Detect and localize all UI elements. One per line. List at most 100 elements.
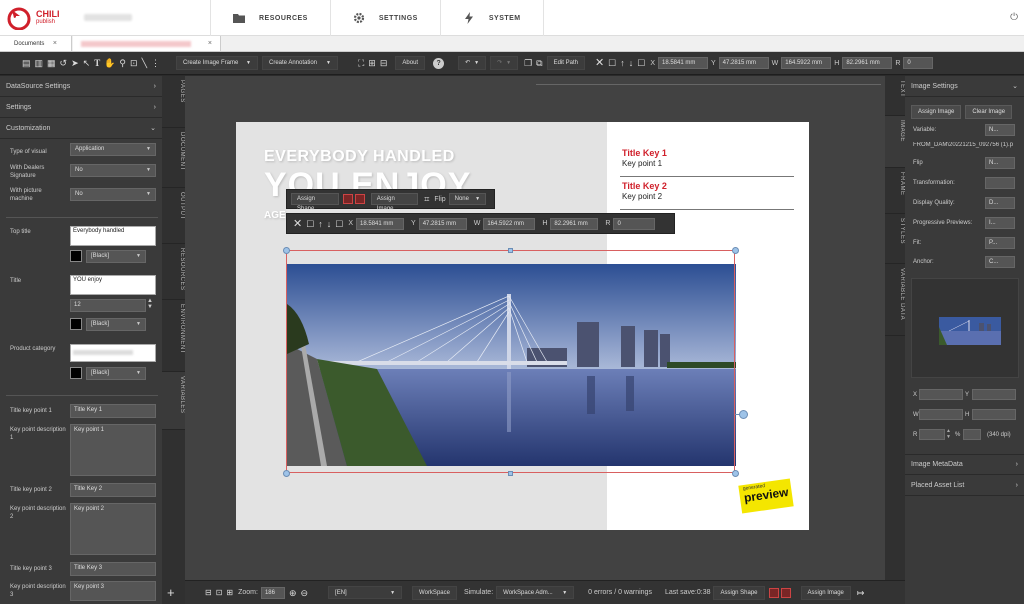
tab-close-icon[interactable]: × [53,40,57,47]
nav-resources[interactable]: RESOURCES [210,0,330,36]
image-scale-input[interactable] [963,429,981,440]
about-button[interactable]: About [395,56,426,70]
delete-icon[interactable]: ✕ [293,218,302,229]
product-category-color-select[interactable]: [Black] [86,367,146,380]
float-assign-image-button[interactable]: Assign Image [370,193,419,212]
chili-logo[interactable]: CHILI publish [6,6,60,30]
title-color-swatch[interactable] [70,318,82,330]
copy-icon[interactable]: ⧉ [536,58,542,68]
product-category-input[interactable] [70,344,156,362]
top-title-color-swatch[interactable] [70,250,82,262]
add-panel-button[interactable]: + [167,585,175,600]
float-w-input[interactable]: 164.5922 mm [483,217,536,230]
tab-current-document[interactable]: × [73,36,221,51]
send-backward-icon[interactable]: ↓ [629,58,634,68]
frame-icon[interactable]: ☐ [306,219,314,229]
anchor-select[interactable]: C... [985,256,1015,268]
frame-icon[interactable]: ☐ [608,58,616,68]
tab-close-icon[interactable]: × [208,40,212,47]
image-settings-header[interactable]: Image Settings ⌄ [905,76,1024,97]
send-backward-icon[interactable]: ↓ [327,219,332,229]
save-as-icon[interactable]: ▥ [35,58,44,68]
fit-page-icon[interactable]: ⛶ [358,58,364,68]
vtab-styles[interactable]: STYLES [885,214,905,264]
select-arrow-icon[interactable]: ➤ [71,58,79,68]
line-tool-icon[interactable]: ╲ [142,58,147,68]
direct-select-icon[interactable]: ↖ [83,58,91,68]
key-point-1-text[interactable]: Key point 1 [622,159,662,168]
title-color-select[interactable]: [Black] [86,318,146,331]
selection-handle[interactable] [732,247,739,254]
vtab-variable-data[interactable]: VARIABLE DATA [885,264,905,336]
key-point-description-2-input[interactable]: Key point 2 [70,503,156,555]
vtab-resources[interactable]: RESOURCES [162,244,185,300]
workspace-button[interactable]: WorkSpace [412,585,457,600]
nav-settings[interactable]: SETTINGS [329,0,440,36]
float-r-input[interactable]: 0 [613,217,656,230]
product-category-color-swatch[interactable] [70,367,82,379]
bottom-assign-image-button[interactable]: Assign Image [800,585,851,600]
vtab-output[interactable]: OUTPUT [162,188,185,244]
create-annotation-button[interactable]: Create Annotation ▼ [261,56,338,70]
lock-icon[interactable]: ☐ [335,219,343,229]
delete-icon[interactable]: ✕ [595,58,604,69]
w-input[interactable]: 164.5922 mm [781,57,832,69]
key-point-description-1-input[interactable]: Key point 1 [70,424,156,476]
print-icon[interactable]: ▦ [47,58,56,68]
revert-icon[interactable]: ↺ [60,58,68,68]
h-input[interactable]: 82.2961 mm [842,57,893,69]
key-point-description-3-input[interactable]: Key point 3 [70,581,156,601]
vtab-text[interactable]: TEXT [885,76,905,116]
clear-image-button[interactable]: Clear Image [965,105,1013,119]
crop-icon[interactable]: ⌗ [424,194,429,204]
selection-handle[interactable] [732,470,739,477]
title-input[interactable]: YOU enjoy [70,275,156,295]
fit-page-icon[interactable]: ⊟ [205,588,212,598]
help-icon[interactable]: ? [433,57,445,69]
flip-select[interactable]: N... [985,157,1015,169]
x-input[interactable]: 18.5841 mm [658,57,708,69]
selection-handle[interactable] [508,248,513,253]
bring-forward-icon[interactable]: ↑ [620,58,625,68]
fit-width-icon[interactable]: ⊞ [368,58,376,68]
selection-handle[interactable] [508,471,513,476]
vtab-image[interactable]: IMAGE [885,116,905,168]
float-assign-shape-button[interactable]: Assign Shape [291,193,340,212]
zoom-in-icon[interactable]: ⊕ [289,588,297,598]
save-icon[interactable]: ▤ [22,58,31,68]
customization-section[interactable]: Customization ⌄ [0,118,162,139]
image-h-input[interactable] [972,409,1016,420]
fit-height-icon[interactable]: ⊡ [216,588,223,598]
image-r-input[interactable] [919,429,945,440]
font-size-stepper-icon[interactable]: ▲ ▼ [147,298,153,310]
zoom-out-icon[interactable]: ⊖ [301,588,309,598]
datasource-settings-section[interactable]: DataSource Settings › [0,76,162,97]
image-y-input[interactable] [972,389,1016,400]
bring-forward-icon[interactable]: ↑ [318,219,323,229]
tab-documents[interactable]: Documents × [0,36,72,51]
language-select[interactable]: [EN] ▼ [328,586,403,599]
error-status-text[interactable]: 0 errors / 0 warnings [588,589,652,596]
transformation-select[interactable] [985,177,1015,189]
title-font-size-input[interactable]: 12 [70,299,146,312]
text-tool-icon[interactable]: T [94,58,100,68]
headline-top-title[interactable]: EVERYBODY HANDLED [264,148,455,166]
title-key-point-3-input[interactable]: Title Key 3 [70,562,156,576]
export-arrow-icon[interactable]: ↦ [857,588,865,598]
assign-image-button[interactable]: Assign Image [911,105,962,119]
key-point-2-title[interactable]: Title Key 2 [622,181,667,191]
hand-tool-icon[interactable]: ✋ [104,58,115,68]
path-tool-icon[interactable]: ⋮ [151,58,160,68]
undo-button[interactable]: ↶ ▼ [458,56,487,70]
progressive-previews-select[interactable]: I... [985,217,1015,229]
duplicate-icon[interactable]: ❐ [524,58,532,68]
key-point-2-text[interactable]: Key point 2 [622,192,662,201]
title-key-point-1-input[interactable]: Title Key 1 [70,404,156,418]
shape-stroke-icon[interactable] [780,587,791,598]
nav-system[interactable]: SYSTEM [439,0,544,36]
image-x-input[interactable] [919,389,963,400]
headline-category[interactable]: AGE [264,210,286,221]
shape-fill-icon[interactable] [343,194,353,204]
vtab-pages[interactable]: PAGES [162,76,185,128]
float-flip-select[interactable]: None ▼ [448,193,487,205]
